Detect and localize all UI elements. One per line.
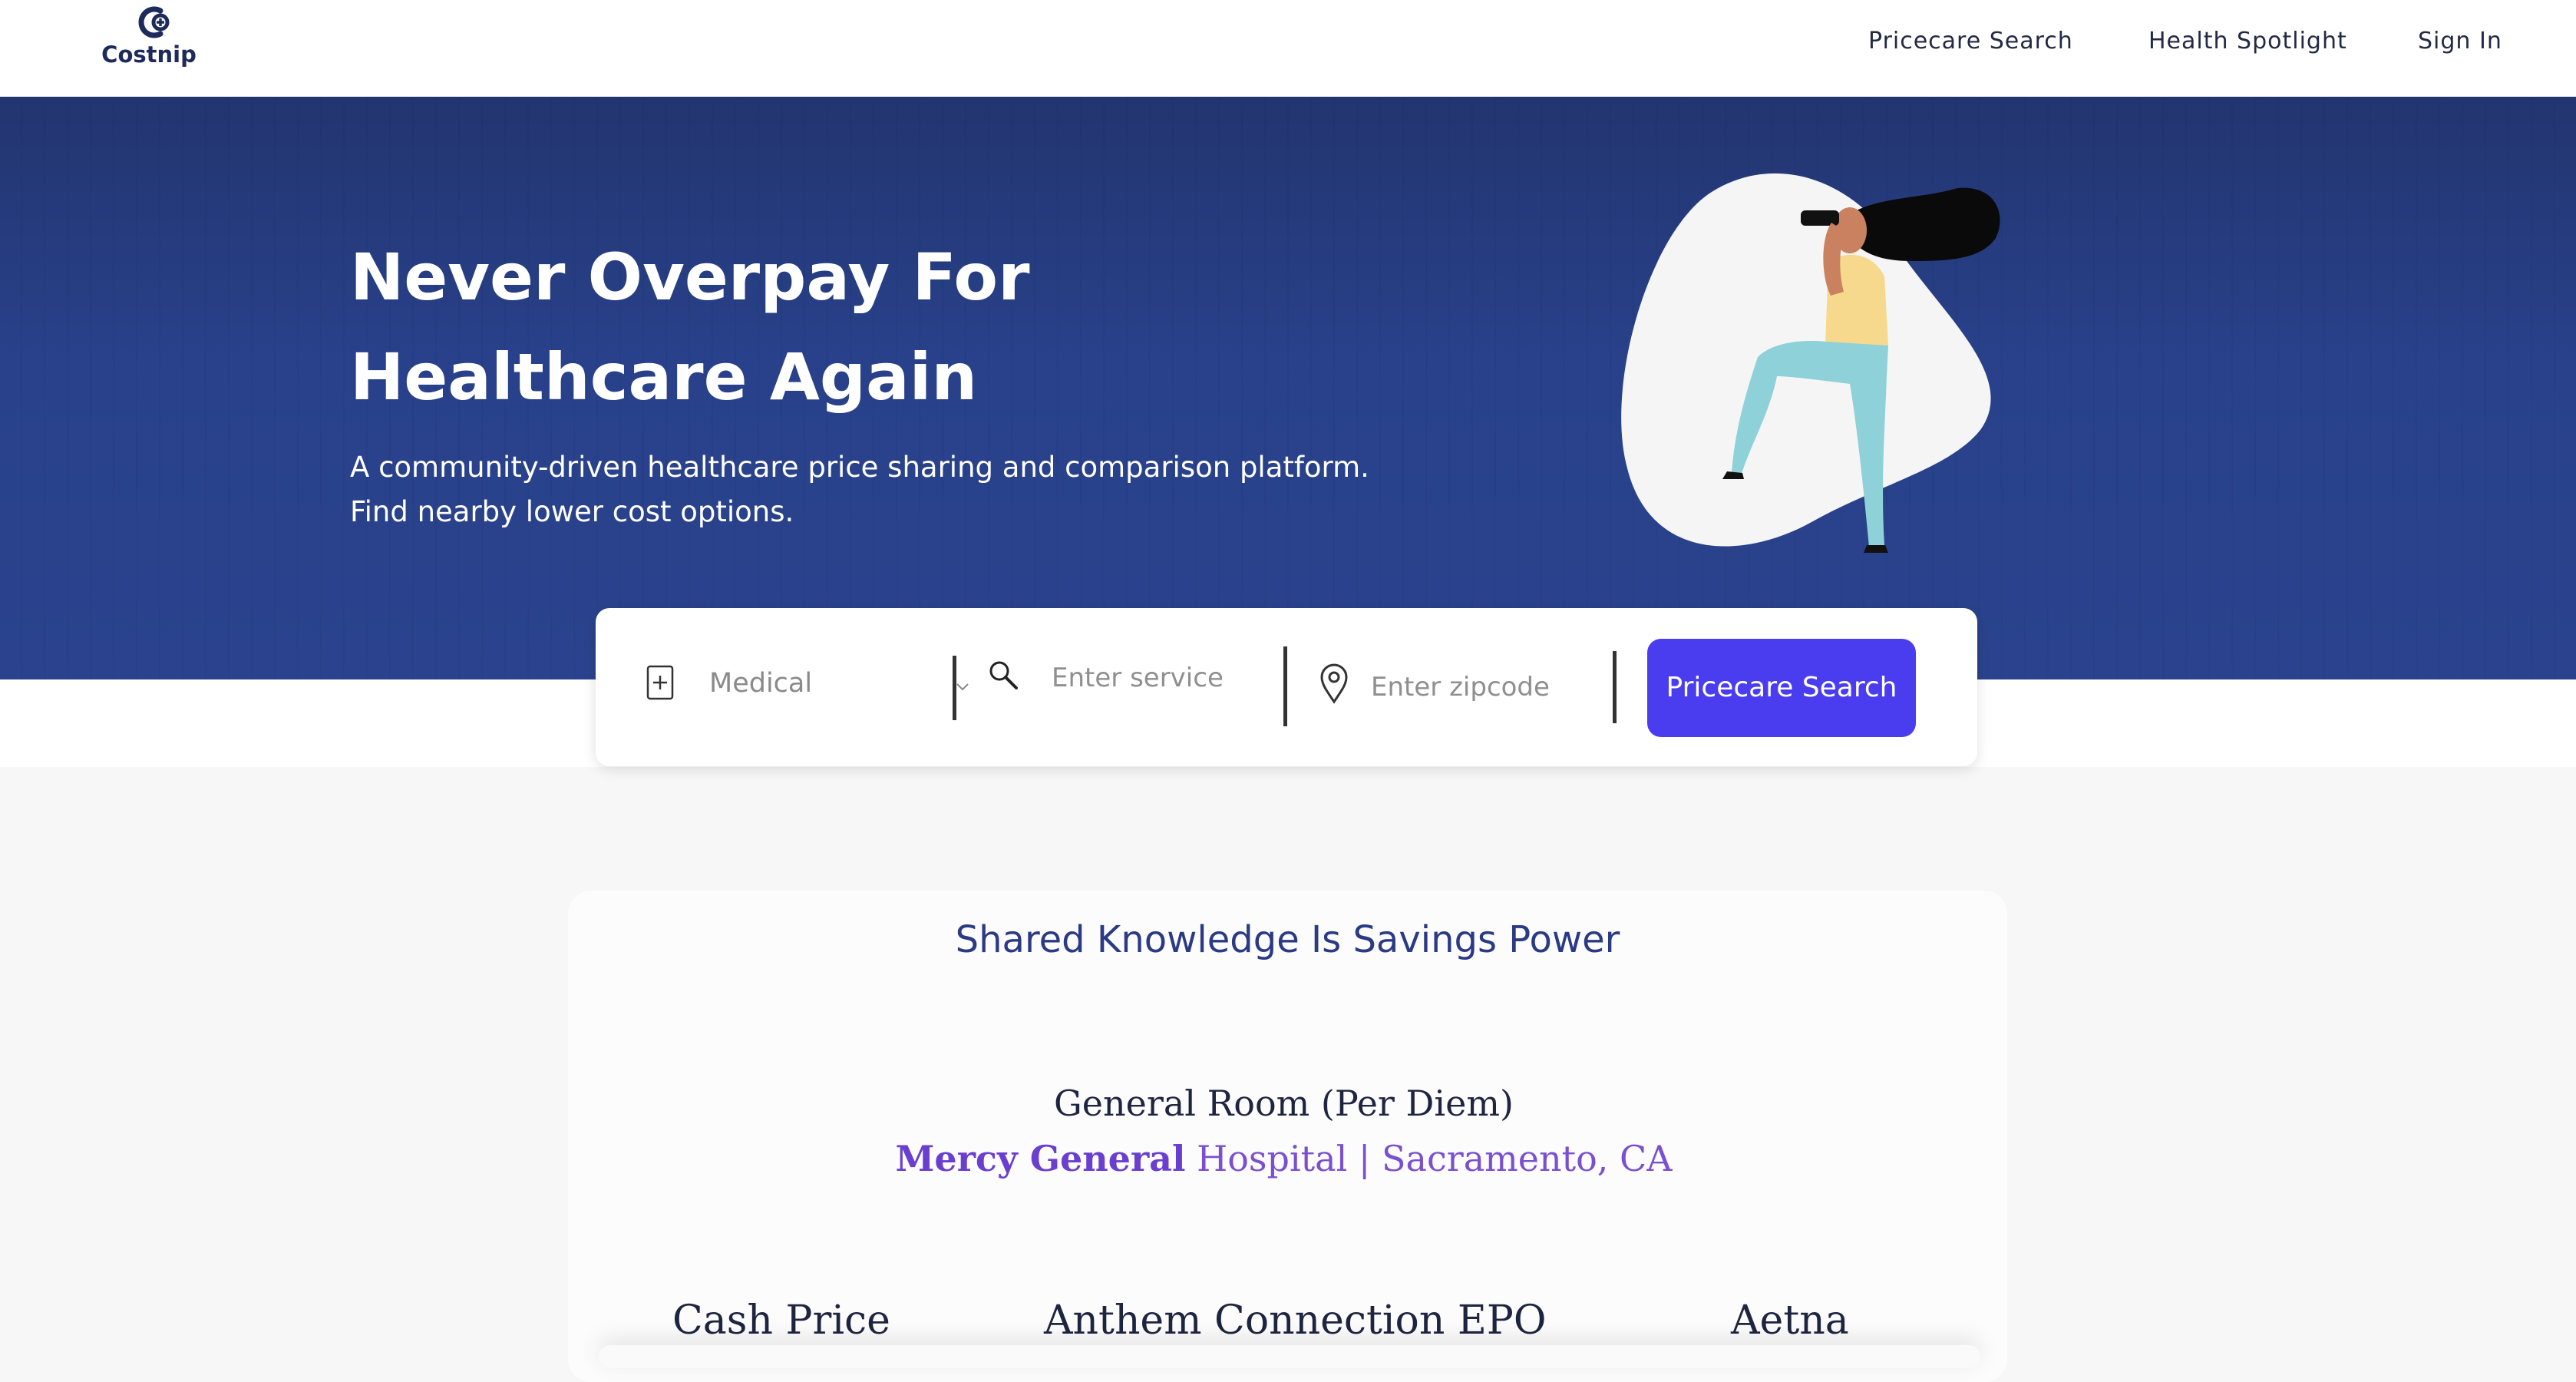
top-navigation-bar: Costnip Pricecare Search Health Spotligh…: [0, 0, 2576, 97]
section-title: Shared Knowledge Is Savings Power: [955, 918, 1620, 961]
hero-title: Never Overpay For Healthcare Again: [350, 240, 1030, 415]
service-input[interactable]: [1050, 659, 1265, 697]
location-pin-icon: [1320, 663, 1348, 704]
field-divider: [1283, 646, 1287, 726]
column-anthem-connection-epo: Anthem Connection EPO: [1044, 1298, 1547, 1344]
hero-subtitle: A community-driven healthcare price shar…: [350, 445, 1501, 534]
nav-pricecare-search[interactable]: Pricecare Search: [1868, 28, 2073, 63]
brand-logo[interactable]: Costnip: [101, 5, 197, 69]
search-icon: [989, 661, 1018, 689]
facility-name: Mercy General: [895, 1138, 1186, 1179]
pricecare-search-button[interactable]: Pricecare Search: [1647, 639, 1916, 737]
service-field: [987, 659, 1265, 708]
hero-subtitle-line-2: Find nearby lower cost options.: [350, 495, 794, 528]
search-bar-card: Medical Pricecare Search: [596, 608, 1977, 766]
facility-location: Hospital | Sacramento, CA: [1197, 1138, 1673, 1179]
woman-with-binoculars-illustration: [1621, 173, 2000, 553]
facility-line[interactable]: Mercy General Hospital | Sacramento, CA: [568, 1138, 2000, 1179]
field-divider: [1613, 651, 1617, 723]
hero-subtitle-line-1: A community-driven healthcare price shar…: [350, 451, 1369, 484]
logo-icon: [138, 6, 170, 38]
category-select-value: Medical: [709, 668, 813, 699]
medical-bag-icon: [646, 665, 674, 700]
column-aetna: Aetna: [1731, 1298, 1849, 1344]
brand-name: Costnip: [101, 41, 197, 68]
zipcode-field: [1319, 663, 1603, 712]
field-divider: [953, 656, 956, 720]
spotlight-card: Shared Knowledge Is Savings Power Genera…: [568, 891, 2007, 1382]
hero-section: Never Overpay For Healthcare Again A com…: [0, 97, 2576, 679]
service-name: General Room (Per Diem): [1054, 1083, 1514, 1124]
category-select[interactable]: Medical: [646, 665, 969, 711]
next-card-edge: [599, 1345, 1980, 1368]
nav-sign-in[interactable]: Sign In: [2418, 28, 2502, 63]
nav-health-spotlight[interactable]: Health Spotlight: [2148, 28, 2347, 63]
zipcode-input[interactable]: [1369, 668, 1600, 706]
column-cash-price: Cash Price: [672, 1298, 890, 1344]
